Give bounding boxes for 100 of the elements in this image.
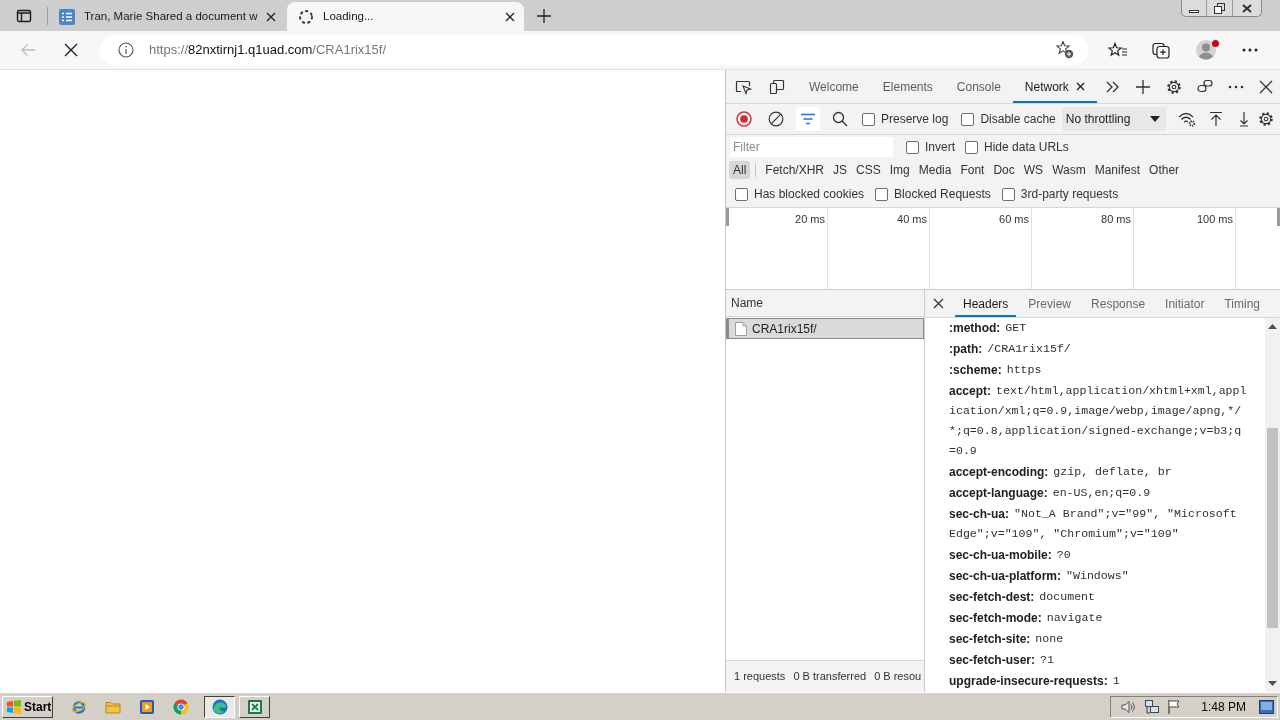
type-filter-button[interactable]: Fetch/XHR — [761, 161, 829, 179]
collections-icon[interactable] — [1152, 41, 1170, 59]
upload-icon[interactable] — [1208, 111, 1223, 127]
browser-icon[interactable] — [71, 698, 87, 715]
checkbox-label: Preserve log — [881, 111, 949, 128]
devtools-tab[interactable]: Welcome — [797, 70, 871, 103]
clock: 1:48 PM — [1201, 698, 1246, 716]
request-header: accept-encoding: gzip, deflate, br — [949, 464, 1173, 481]
checkbox[interactable] — [965, 140, 978, 154]
taskbar-window-button[interactable] — [204, 695, 235, 718]
type-filter-button[interactable]: Other — [1145, 161, 1184, 179]
filter-toggle-button[interactable] — [796, 107, 820, 131]
network-icon[interactable] — [1144, 698, 1161, 715]
request-header: sec-fetch-dest: document — [949, 589, 1097, 606]
details-tab[interactable]: Headers — [955, 290, 1017, 317]
type-filter-button[interactable]: Wasm — [1048, 161, 1090, 179]
checkbox[interactable] — [875, 187, 889, 201]
show-desktop-icon[interactable] — [1259, 699, 1274, 714]
details-tab[interactable]: Initiator — [1157, 290, 1213, 317]
speaker-icon[interactable] — [1120, 698, 1137, 715]
tick-label: 20 ms — [795, 212, 825, 227]
favorite-add-icon[interactable] — [1056, 41, 1074, 59]
close-icon[interactable] — [933, 298, 944, 309]
stop-icon[interactable] — [64, 43, 78, 57]
type-filter-button[interactable]: Manifest — [1090, 161, 1145, 179]
more-icon[interactable] — [1242, 48, 1258, 52]
info-icon[interactable] — [118, 42, 134, 58]
minimize-icon — [1189, 10, 1199, 13]
type-filter-button[interactable]: CSS — [852, 161, 885, 179]
tab-actions-icon[interactable] — [15, 7, 32, 24]
checkbox[interactable] — [961, 112, 975, 126]
search-icon[interactable] — [832, 111, 848, 127]
type-filter-button[interactable]: Doc — [989, 161, 1019, 179]
throttling-dropdown[interactable]: No throttling — [1061, 107, 1166, 131]
download-icon[interactable] — [1238, 111, 1249, 127]
url-text[interactable]: https://82nxtirnj1.q1uad.com/CRA1rix15f/ — [149, 40, 387, 60]
close-icon — [1242, 3, 1252, 13]
type-filter-button[interactable]: Media — [914, 161, 956, 179]
chat-bubbles-icon[interactable] — [1196, 78, 1213, 95]
tick-label: 60 ms — [999, 212, 1029, 227]
tick-label: 80 ms — [1101, 212, 1131, 227]
devtools-tab[interactable]: Network — [1012, 70, 1097, 103]
plus-icon[interactable] — [1134, 78, 1151, 95]
media-player-icon[interactable] — [139, 698, 155, 715]
network-conditions-icon[interactable] — [1177, 111, 1196, 127]
checkbox[interactable] — [906, 140, 919, 154]
request-header: sec-ch-ua: "Not_A Brand";v="99", "Microsoft Edge";v="109", "Chromium";v="109" — [949, 506, 1238, 542]
request-header: :path: /CRA1rix15f/ — [949, 341, 1072, 358]
request-header: upgrade-insecure-requests: 1 — [949, 673, 1121, 690]
address-bar[interactable]: https://82nxtirnj1.q1uad.com/CRA1rix15f/ — [100, 35, 1088, 65]
close-icon[interactable] — [1075, 82, 1085, 91]
type-filter-button[interactable]: Font — [956, 161, 989, 179]
windows-flag-icon — [6, 698, 22, 715]
chevrons-icon[interactable] — [1105, 80, 1120, 93]
type-filter-button[interactable]: All — [729, 161, 751, 179]
close-icon[interactable] — [266, 11, 276, 22]
details-tab[interactable]: Response — [1083, 290, 1154, 317]
settings-icon[interactable] — [1165, 78, 1182, 95]
flag-icon[interactable] — [1166, 698, 1183, 715]
scroll-up-icon[interactable] — [1268, 324, 1277, 329]
close-icon[interactable] — [505, 11, 515, 22]
start-button[interactable]: Start — [2, 695, 53, 718]
devtools-tab[interactable]: Console — [944, 70, 1013, 103]
scroll-down-icon[interactable] — [1268, 681, 1277, 686]
browser-icon[interactable] — [173, 698, 189, 715]
device-icon[interactable] — [769, 78, 785, 95]
browser-tab[interactable]: Loading... — [287, 2, 524, 31]
checkbox[interactable] — [1001, 187, 1015, 201]
status-text: 0 B transferred — [793, 669, 867, 685]
inspect-icon[interactable] — [735, 78, 752, 95]
checkbox-label: Has blocked cookies — [754, 186, 865, 203]
request-header: sec-ch-ua-mobile: ?0 — [949, 547, 1072, 564]
clear-icon[interactable] — [768, 111, 784, 127]
record-icon[interactable] — [736, 111, 752, 127]
status-text: 1 requests — [734, 669, 786, 685]
details-tab[interactable]: Preview — [1020, 290, 1080, 317]
scrollbar[interactable] — [1265, 318, 1280, 692]
checkbox-label: Hide data URLs — [984, 139, 1069, 156]
details-tab[interactable]: Timing — [1216, 290, 1268, 317]
more-icon[interactable] — [1227, 84, 1244, 89]
request-row[interactable]: CRA1rix15f/ — [726, 318, 924, 339]
avatar-icon[interactable] — [1196, 39, 1220, 61]
plus-icon[interactable] — [536, 7, 552, 24]
settings-icon[interactable] — [1257, 111, 1274, 127]
type-filter-button[interactable]: JS — [829, 161, 852, 179]
request-header: sec-fetch-user: ?1 — [949, 652, 1055, 669]
devtools-tab[interactable]: Elements — [870, 70, 945, 103]
type-filter-button[interactable]: Img — [885, 161, 914, 179]
type-filter-button[interactable]: WS — [1019, 161, 1048, 179]
request-header: accept-language: en-US,en;q=0.9 — [949, 485, 1152, 502]
checkbox[interactable] — [862, 112, 875, 126]
filter-input[interactable]: Filter — [730, 137, 893, 157]
spreadsheet-icon — [246, 698, 263, 715]
request-header: sec-fetch-mode: navigate — [949, 610, 1104, 627]
close-icon[interactable] — [1258, 79, 1273, 94]
range-handle[interactable] — [1277, 208, 1280, 226]
scrollbar-thumb[interactable] — [1267, 428, 1278, 628]
checkbox[interactable] — [735, 187, 748, 201]
favorites-icon[interactable] — [1108, 42, 1128, 58]
range-handle[interactable] — [726, 208, 729, 226]
